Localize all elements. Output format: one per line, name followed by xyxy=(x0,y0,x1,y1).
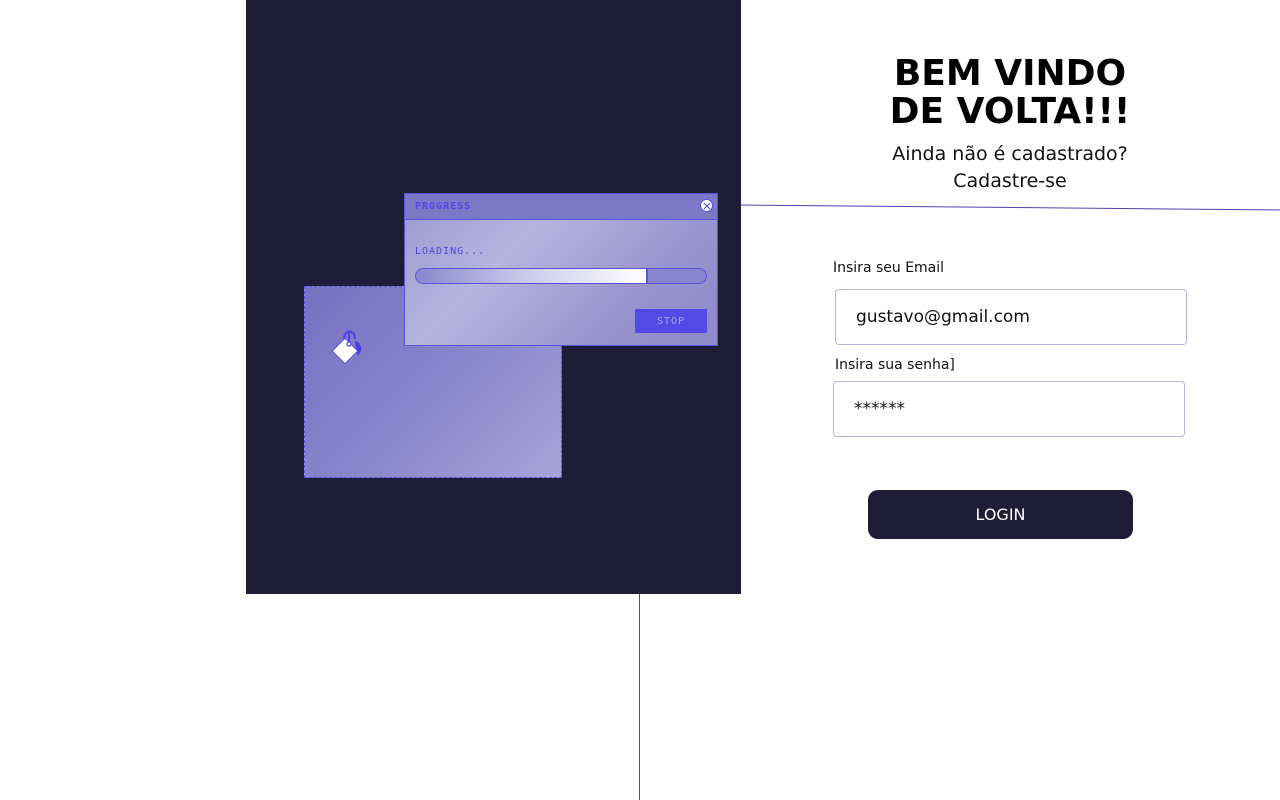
illustration-panel: PROGRESS LOADING... STOP xyxy=(246,0,741,594)
welcome-title: BEM VINDO DE VOLTA!!! xyxy=(889,53,1131,132)
progress-bar xyxy=(415,268,707,284)
password-label: Insira sua senha] xyxy=(835,357,955,373)
email-field[interactable] xyxy=(835,289,1187,345)
close-icon[interactable] xyxy=(700,199,713,212)
progress-bar-fill xyxy=(416,269,648,283)
email-label: Insira seu Email xyxy=(833,260,945,276)
login-button[interactable]: LOGIN xyxy=(868,490,1133,539)
loading-text: LOADING... xyxy=(415,246,486,257)
paint-bucket-icon xyxy=(331,330,362,365)
progress-dialog-title: PROGRESS xyxy=(415,201,472,212)
progress-dialog-titlebar: PROGRESS xyxy=(405,194,717,220)
password-field[interactable] xyxy=(833,381,1185,437)
signup-link[interactable]: Cadastre-se xyxy=(860,170,1160,192)
signup-question: Ainda não é cadastrado? xyxy=(892,143,1128,165)
progress-dialog: PROGRESS LOADING... STOP xyxy=(404,193,718,346)
stop-button[interactable]: STOP xyxy=(635,309,707,333)
decorative-horizontal-line xyxy=(740,204,1280,211)
